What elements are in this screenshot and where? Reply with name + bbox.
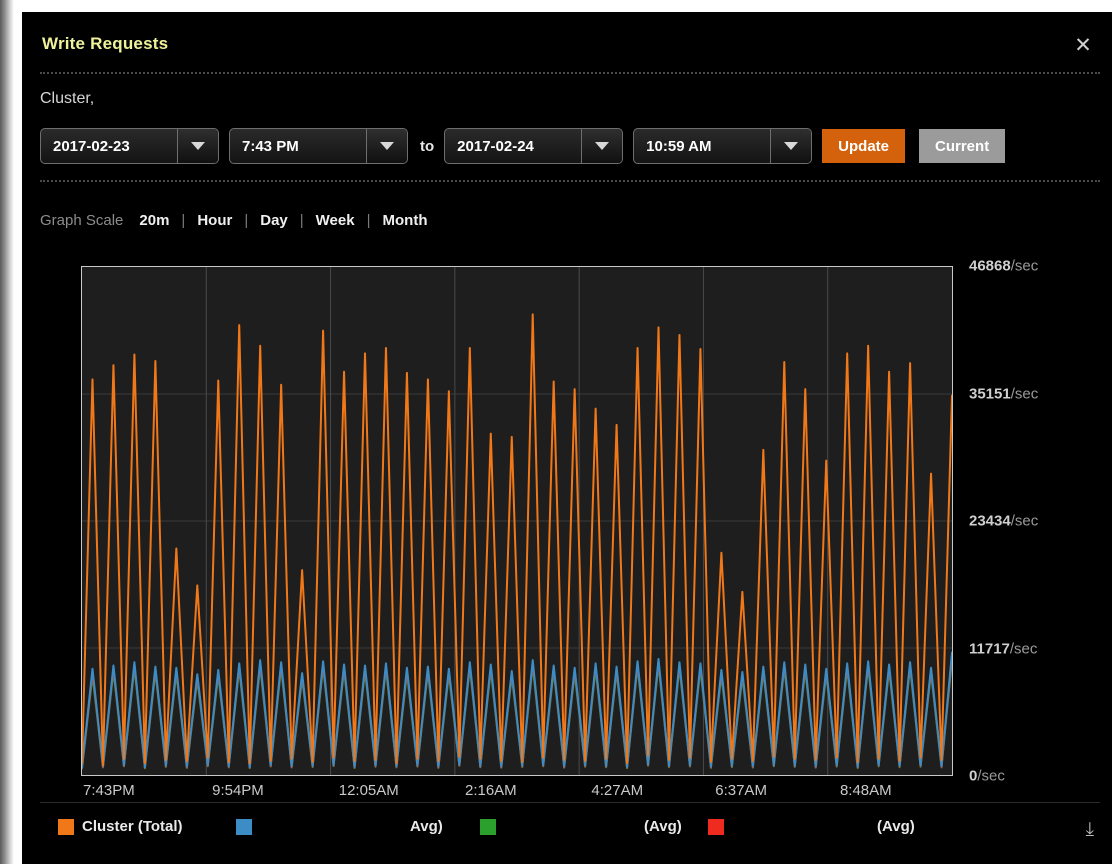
graph-scale-label: Graph Scale	[40, 212, 124, 229]
x-axis-tick: 2:16AM	[464, 782, 517, 799]
x-axis-tick: 9:54PM	[212, 782, 264, 799]
legend-item-label: (Avg)	[644, 818, 682, 835]
x-axis-tick: 12:05AM	[338, 782, 399, 799]
chart: 0/sec 11717/sec 23434/sec 35151/sec 46868/se…	[81, 254, 1038, 799]
write-requests-panel: Write Requests ✕ Cluster, 2017-02-23 7:4…	[22, 12, 1112, 864]
legend-item[interactable]: Avg)	[236, 818, 443, 835]
legend-divider	[40, 802, 1100, 803]
legend-item[interactable]: (Avg)	[480, 818, 682, 835]
legend-item[interactable]: Cluster (Total)	[58, 818, 183, 835]
x-axis-tick: 8:48AM	[839, 782, 892, 799]
graph-scale-options: 20m | Hour | Day | Week | Month	[139, 212, 427, 229]
end-time-select[interactable]: 10:59 AM	[633, 128, 813, 164]
graph-scale-separator: |	[366, 212, 371, 229]
graph-scale-option-20m[interactable]: 20m	[139, 212, 169, 229]
end-date-select[interactable]: 2017-02-24	[444, 128, 624, 164]
legend-color-swatch	[708, 818, 724, 835]
graph-scale-option-day[interactable]: Day	[260, 212, 288, 229]
legend-color-swatch	[58, 818, 74, 835]
y-axis-tick: 0/sec	[969, 767, 1005, 785]
graph-scale-separator: |	[181, 212, 186, 229]
start-date-select[interactable]: 2017-02-23	[40, 128, 219, 164]
graph-scale-separator: |	[299, 212, 304, 229]
chevron-double-down-icon[interactable]: ⤓	[1086, 820, 1094, 839]
plot-area	[81, 266, 953, 776]
date-range-controls: 2017-02-23 7:43 PM to 2017-02-24 10:59 A…	[40, 128, 1006, 164]
chevron-down-icon[interactable]	[581, 129, 623, 163]
end-date-value: 2017-02-24	[457, 137, 534, 155]
y-axis-tick: 23434/sec	[969, 512, 1039, 530]
chart-legend: ⤓ Cluster (Total) Avg) (Avg) (Avg)	[40, 812, 1100, 852]
update-button[interactable]: Update	[822, 129, 906, 163]
current-button[interactable]: Current	[919, 129, 1006, 163]
chevron-down-icon[interactable]	[770, 129, 812, 163]
cluster-label: Cluster,	[40, 90, 95, 107]
graph-scale-option-week[interactable]: Week	[316, 212, 355, 229]
y-axis-tick: 35151/sec	[969, 385, 1039, 402]
backdrop-shade	[0, 0, 14, 864]
legend-color-swatch	[236, 818, 252, 835]
legend-color-swatch	[480, 818, 496, 835]
legend-item[interactable]: (Avg)	[708, 818, 915, 835]
close-icon[interactable]: ✕	[1070, 32, 1096, 58]
x-axis-tick: 6:37AM	[715, 782, 767, 799]
graph-scale-row: Graph Scale 20m | Hour | Day | Week | Month	[40, 212, 427, 229]
x-axis-tick: 4:27AM	[591, 782, 644, 799]
chart-svg	[82, 267, 952, 775]
divider-top	[40, 72, 1100, 74]
start-time-value: 7:43 PM	[242, 137, 299, 155]
end-time-value: 10:59 AM	[646, 137, 712, 155]
x-axis-labels: 7:43PM 9:54PM 12:05AM 2:16AM 4:27AM 6:37AM 8:4…	[81, 782, 953, 808]
chevron-down-icon[interactable]	[177, 129, 218, 163]
start-date-value: 2017-02-23	[53, 137, 130, 155]
divider-mid	[40, 180, 1100, 182]
x-axis-tick: 7:43PM	[83, 782, 135, 799]
to-label: to	[420, 137, 435, 155]
page-title: Write Requests	[42, 34, 169, 53]
start-time-select[interactable]: 7:43 PM	[229, 128, 408, 164]
legend-item-label: (Avg)	[877, 818, 915, 835]
legend-item-label: Cluster (Total)	[82, 818, 183, 835]
graph-scale-separator: |	[244, 212, 249, 229]
legend-item-label: Avg)	[410, 818, 443, 835]
y-axis-labels: 0/sec 11717/sec 23434/sec 35151/sec 46868/se…	[969, 254, 1112, 785]
graph-scale-option-month[interactable]: Month	[383, 212, 428, 229]
chevron-down-icon[interactable]	[366, 129, 407, 163]
graph-scale-option-hour[interactable]: Hour	[197, 212, 232, 229]
y-axis-tick: 11717/sec	[969, 640, 1038, 657]
y-axis-tick: 46868/sec	[969, 257, 1039, 275]
